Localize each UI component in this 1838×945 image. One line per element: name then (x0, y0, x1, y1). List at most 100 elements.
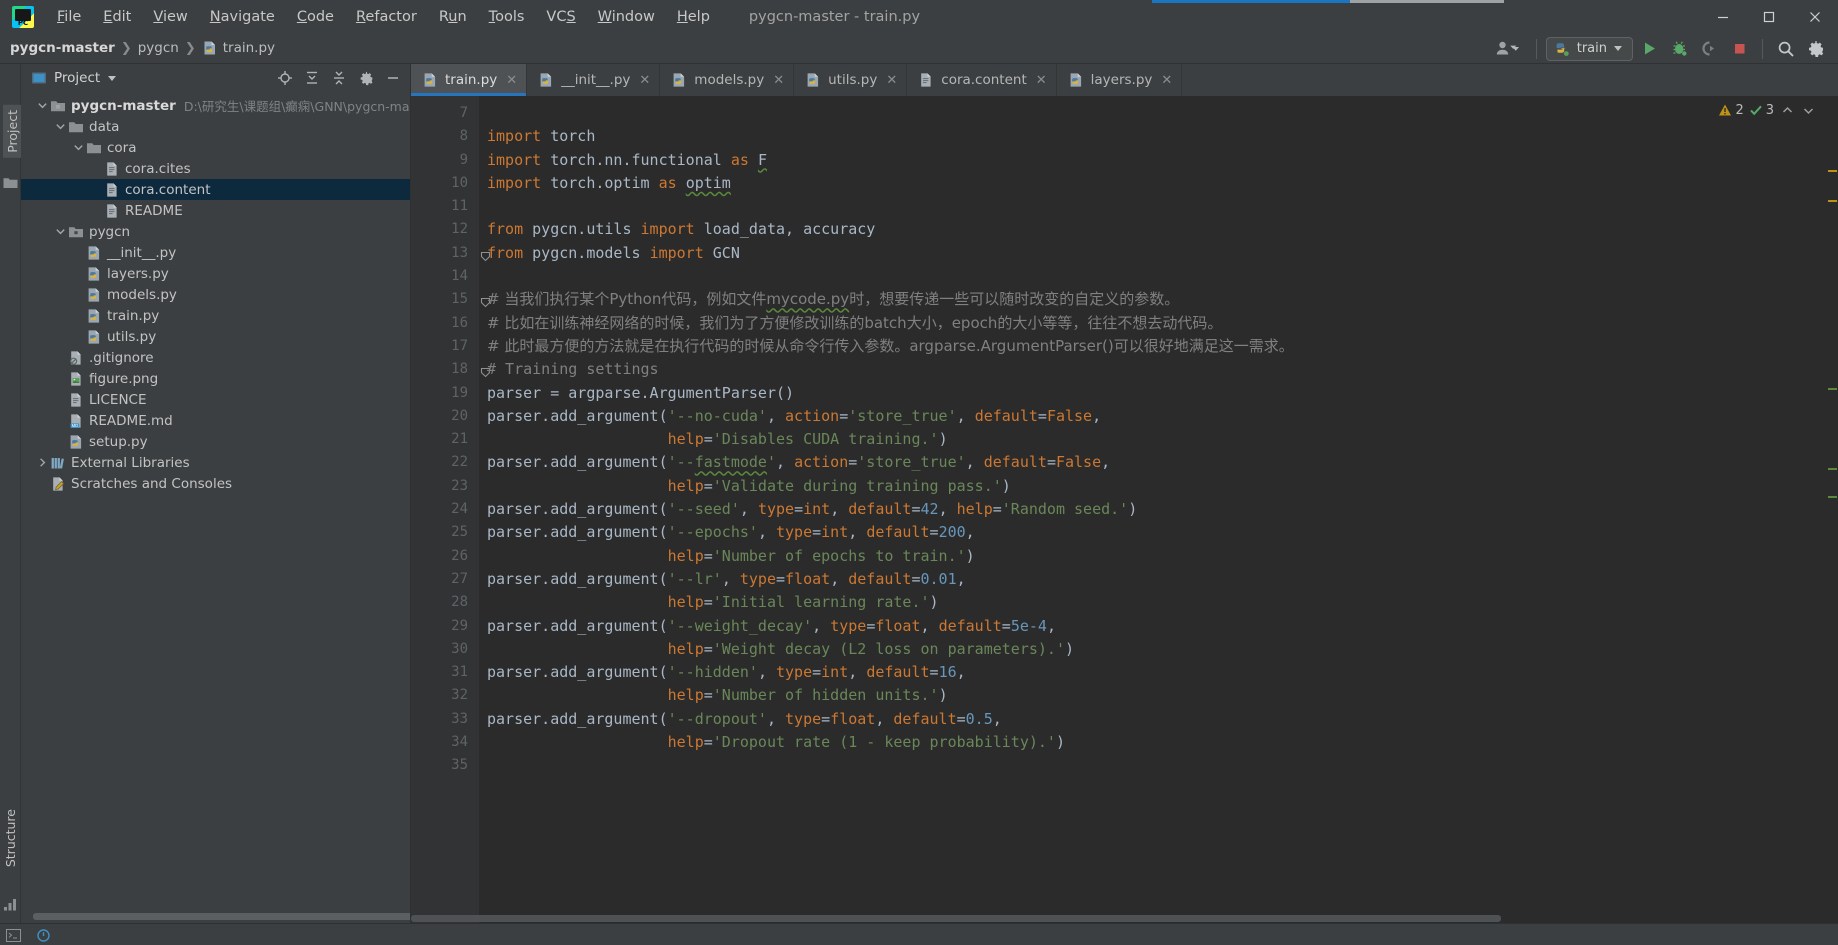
code-line[interactable]: parser.add_argument('--fastmode', action… (479, 451, 1838, 474)
line-number[interactable]: 13 (411, 242, 491, 265)
code-line[interactable]: help='Dropout rate (1 - keep probability… (479, 731, 1838, 754)
editor-tab-layers-py[interactable]: layers.py ✕ (1057, 64, 1183, 96)
structure-icon[interactable] (3, 896, 18, 911)
line-number[interactable]: 11 (411, 195, 479, 218)
settings-icon[interactable] (354, 67, 378, 89)
chevron-down-icon[interactable] (71, 142, 86, 153)
locate-file-icon[interactable] (273, 67, 297, 89)
menu-refactor[interactable]: Refactor (345, 5, 428, 29)
tree-item-train-py[interactable]: train.py (21, 305, 411, 326)
editor-tab-train-py[interactable]: train.py ✕ (411, 64, 528, 96)
code-line[interactable]: import torch (479, 125, 1838, 148)
line-number[interactable]: 19 (411, 382, 479, 405)
line-number[interactable]: 23 (411, 475, 479, 498)
close-icon[interactable]: ✕ (1036, 73, 1047, 88)
tree-item-licence[interactable]: LICENCE (21, 389, 411, 410)
collapse-all-icon[interactable] (327, 67, 351, 89)
code-line[interactable]: help='Validate during training pass.') (479, 475, 1838, 498)
tree-item-setup-py[interactable]: setup.py (21, 431, 411, 452)
minimize-button[interactable] (1700, 0, 1746, 33)
code-line[interactable]: import torch.optim as optim (479, 172, 1838, 195)
code-line[interactable] (479, 102, 1838, 125)
line-number[interactable]: 30 (411, 638, 479, 661)
code-line[interactable]: help='Disables CUDA training.') (479, 428, 1838, 451)
chevron-down-icon[interactable] (53, 121, 68, 132)
tree-item-init-py[interactable]: __init__.py (21, 242, 411, 263)
tree-item-scratches-and-consoles[interactable]: Scratches and Consoles (21, 473, 411, 494)
menu-navigate[interactable]: Navigate (199, 5, 286, 29)
code-line[interactable] (479, 754, 1838, 777)
line-number[interactable]: 15 (411, 288, 491, 311)
line-number[interactable]: 35 (411, 754, 479, 777)
code-text[interactable]: import torch import torch.nn.functional a… (479, 96, 1838, 923)
line-number[interactable]: 29 (411, 615, 479, 638)
line-number[interactable]: 18 (411, 358, 491, 381)
chevron-down-icon[interactable] (1800, 102, 1816, 118)
folder-icon[interactable] (3, 174, 18, 188)
code-line[interactable]: help='Initial learning rate.') (479, 591, 1838, 614)
menu-vcs[interactable]: VCS (535, 5, 586, 29)
menu-help[interactable]: Help (666, 5, 721, 29)
tool-window-button-structure[interactable]: Structure (3, 809, 18, 867)
editor-tab-cora-content[interactable]: cora.content ✕ (907, 64, 1057, 96)
code-line[interactable]: parser.add_argument('--seed', type=int, … (479, 498, 1838, 521)
coverage-button[interactable] (1695, 36, 1723, 62)
close-icon[interactable]: ✕ (639, 73, 650, 88)
terminal-icon[interactable] (6, 927, 22, 943)
line-number[interactable]: 33 (411, 708, 479, 731)
line-number[interactable]: 31 (411, 661, 479, 684)
tree-item-layers-py[interactable]: layers.py (21, 263, 411, 284)
line-number[interactable]: 8 (411, 125, 479, 148)
line-number[interactable]: 28 (411, 591, 479, 614)
code-line[interactable]: # 此时最方便的方法就是在执行代码的时候从命令行传入参数。argparse.Ar… (479, 335, 1838, 358)
code-line[interactable]: parser.add_argument('--dropout', type=fl… (479, 708, 1838, 731)
code-line[interactable]: help='Weight decay (L2 loss on parameter… (479, 638, 1838, 661)
close-button[interactable] (1792, 0, 1838, 33)
line-number[interactable]: 17 (411, 335, 479, 358)
tree-item-cora-content[interactable]: cora.content (21, 179, 411, 200)
inspection-widget[interactable]: 2 3 (1718, 102, 1816, 118)
line-number[interactable]: 21 (411, 428, 479, 451)
menu-view[interactable]: View (142, 5, 198, 29)
tree-item-utils-py[interactable]: utils.py (21, 326, 411, 347)
code-line[interactable]: # 当我们执行某个Python代码，例如文件mycode.py时，想要传递一些可… (479, 288, 1838, 311)
menu-tools[interactable]: Tools (478, 5, 536, 29)
code-line[interactable]: help='Number of epochs to train.') (479, 545, 1838, 568)
code-line[interactable] (479, 195, 1838, 218)
maximize-button[interactable] (1746, 0, 1792, 33)
code-line[interactable]: help='Number of hidden units.') (479, 684, 1838, 707)
code-line[interactable]: # Training settings (479, 358, 1838, 381)
close-icon[interactable]: ✕ (506, 73, 517, 88)
code-viewport[interactable]: 7 8 9 10 11 12 13 14 15 16 17 18 19 20 21 22 23 24 25 26 27 2… (411, 96, 1838, 923)
tree-item-gitignore[interactable]: .gitignore (21, 347, 411, 368)
breadcrumb-file[interactable]: train.py (202, 40, 275, 56)
chevron-right-icon[interactable] (35, 457, 50, 468)
tree-item-data[interactable]: data (21, 116, 411, 137)
menu-edit[interactable]: Edit (92, 5, 142, 29)
editor-horizontal-scrollbar[interactable] (411, 914, 1824, 923)
tree-item-external-libraries[interactable]: External Libraries (21, 452, 411, 473)
menu-window[interactable]: Window (587, 5, 666, 29)
line-number[interactable]: 34 (411, 731, 479, 754)
tree-item-pygcn[interactable]: pygcn (21, 221, 411, 242)
close-icon[interactable]: ✕ (1161, 73, 1172, 88)
stop-button[interactable] (1725, 36, 1753, 62)
ok-indicator[interactable]: 3 (1749, 103, 1774, 118)
editor-tab-init-py[interactable]: __init__.py ✕ (527, 64, 661, 96)
code-line[interactable]: parser = argparse.ArgumentParser() (479, 382, 1838, 405)
todo-icon[interactable] (36, 927, 52, 943)
expand-all-icon[interactable] (300, 67, 324, 89)
breadcrumb-project[interactable]: pygcn-master (10, 40, 115, 56)
editor-tab-models-py[interactable]: models.py ✕ (660, 64, 795, 96)
line-number[interactable]: 27 (411, 568, 479, 591)
code-line[interactable]: parser.add_argument('--epochs', type=int… (479, 521, 1838, 544)
line-number[interactable]: 26 (411, 545, 479, 568)
line-number[interactable]: 14 (411, 265, 479, 288)
line-number[interactable]: 7 (411, 102, 479, 125)
code-line[interactable]: parser.add_argument('--weight_decay', ty… (479, 615, 1838, 638)
tree-item-pygcn-master[interactable]: pygcn-master D:\研究生\课题组\癫痫\GNN\pygcn-mast… (21, 95, 411, 116)
code-line[interactable]: parser.add_argument('--lr', type=float, … (479, 568, 1838, 591)
line-number[interactable]: 25 (411, 521, 479, 544)
line-number[interactable]: 16 (411, 312, 479, 335)
tree-item-readme-md[interactable]: MD README.md (21, 410, 411, 431)
